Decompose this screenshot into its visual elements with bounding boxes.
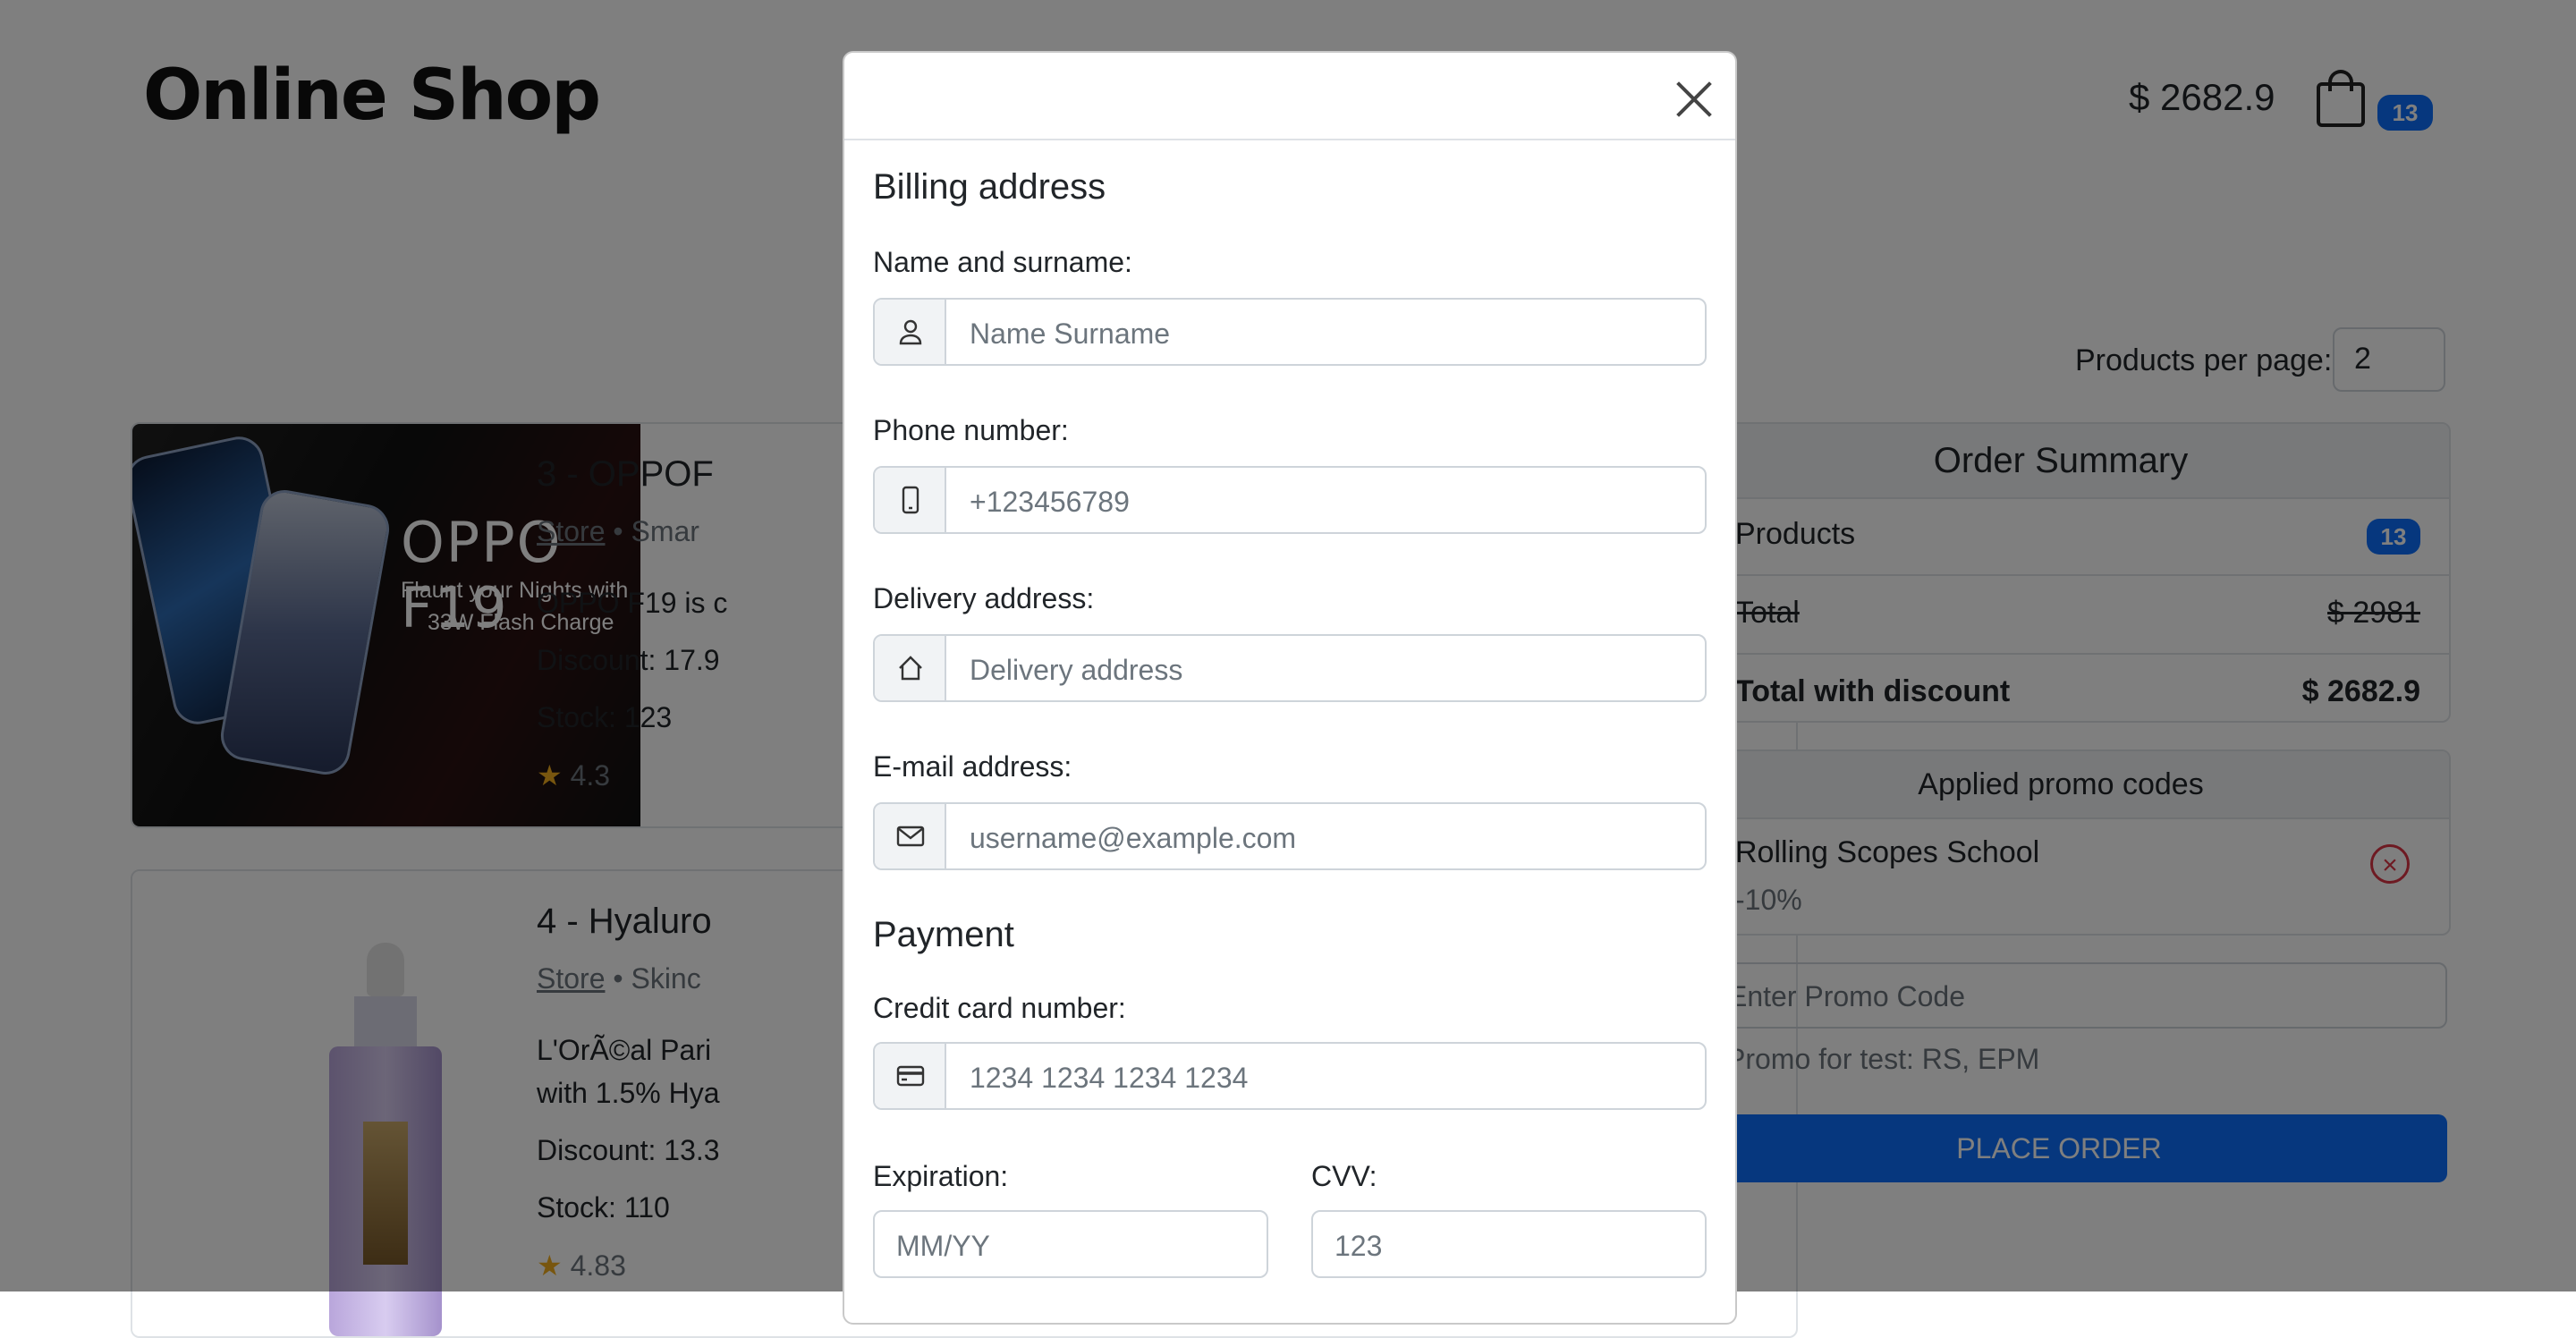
cvv-label: CVV: bbox=[1311, 1160, 1377, 1192]
card-placeholder: 1234 1234 1234 1234 bbox=[970, 1062, 1249, 1094]
phone-label: Phone number: bbox=[873, 414, 1069, 446]
phone-field[interactable]: +123456789 bbox=[873, 466, 1707, 534]
card-label: Credit card number: bbox=[873, 992, 1126, 1024]
expiration-label: Expiration: bbox=[873, 1160, 1009, 1192]
billing-title: Billing address bbox=[873, 167, 1106, 207]
phone-placeholder: +123456789 bbox=[970, 486, 1130, 518]
email-label: E-mail address: bbox=[873, 750, 1072, 783]
credit-card-icon bbox=[875, 1044, 946, 1108]
email-field[interactable]: username@example.com bbox=[873, 802, 1707, 870]
phone-icon bbox=[875, 468, 946, 532]
modal-header bbox=[844, 53, 1735, 140]
address-field[interactable]: Delivery address bbox=[873, 634, 1707, 702]
expiration-input[interactable]: MM/YY bbox=[873, 1210, 1268, 1278]
card-number-field[interactable]: 1234 1234 1234 1234 bbox=[873, 1042, 1707, 1110]
name-field[interactable]: Name Surname bbox=[873, 298, 1707, 366]
envelope-icon bbox=[875, 804, 946, 868]
address-placeholder: Delivery address bbox=[970, 654, 1183, 686]
email-placeholder: username@example.com bbox=[970, 822, 1297, 854]
payment-title: Payment bbox=[873, 915, 1014, 954]
name-label: Name and surname: bbox=[873, 246, 1132, 278]
name-placeholder: Name Surname bbox=[970, 318, 1171, 350]
house-icon bbox=[875, 636, 946, 700]
person-icon bbox=[875, 300, 946, 364]
cvv-input[interactable]: 123 bbox=[1311, 1210, 1707, 1278]
address-label: Delivery address: bbox=[873, 582, 1095, 614]
checkout-modal: Billing address Name and surname: Name S… bbox=[843, 51, 1737, 1325]
close-icon[interactable] bbox=[1674, 80, 1714, 119]
